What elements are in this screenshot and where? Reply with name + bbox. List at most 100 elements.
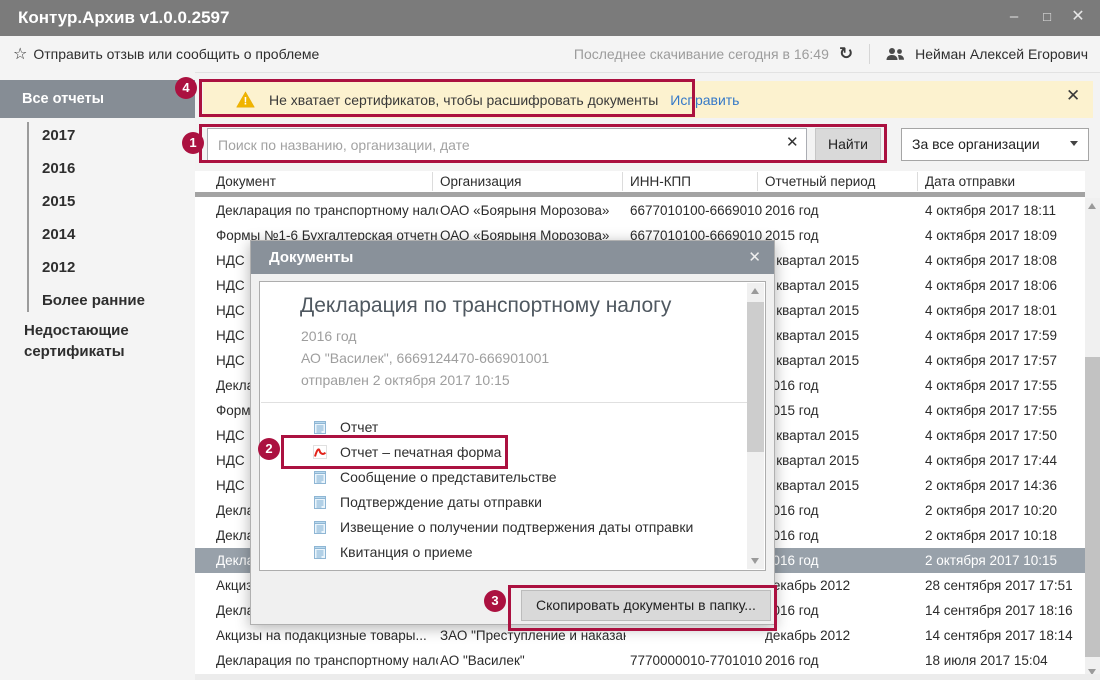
sidebar-item-year[interactable]: 2012	[42, 251, 192, 284]
annotation-step-3: 3	[484, 590, 506, 612]
sidebar: Все отчеты 2017 2016 201520142012Более ран…	[0, 72, 195, 680]
cell-document: Декларация по транспортному налогу	[216, 198, 438, 223]
notepad-icon	[312, 419, 328, 435]
cell-organization: АО "Василек"	[440, 648, 626, 673]
notepad-icon	[312, 544, 328, 560]
year-label: 2016	[42, 160, 75, 177]
table-header: Документ Организация ИНН-КПП Отчетный пе…	[195, 171, 1085, 192]
cell-sent-date: 4 октября 2017 18:01	[925, 298, 1083, 323]
column-separator	[757, 172, 758, 191]
file-list-item[interactable]: Извещение о получении	[260, 564, 747, 571]
file-label: Подтверждение даты отправки	[340, 494, 542, 510]
sidebar-item-year[interactable]: 2014	[42, 218, 192, 251]
column-header-period[interactable]: Отчетный период	[765, 171, 875, 192]
annotation-step-1: 1	[182, 132, 204, 154]
column-header-inn-kpp[interactable]: ИНН-КПП	[630, 171, 691, 192]
dialog-close-icon[interactable]: ✕	[748, 241, 761, 274]
app-window: Контур.Архив v1.0.0.2597 – □ ✕ ☆Отправит…	[0, 0, 1100, 680]
cell-sent-date: 2 октября 2017 10:15	[925, 548, 1083, 573]
file-list-item[interactable]: Отчет – печатная форма	[260, 439, 747, 464]
fix-link[interactable]: Исправить	[670, 92, 739, 108]
user-name[interactable]: Нейман Алексей Егорович	[915, 46, 1088, 62]
cell-period: 2015 год	[765, 398, 917, 423]
cell-sent-date: 18 июля 2017 15:04	[925, 648, 1083, 673]
table-row[interactable]: Декларация по транспортному налогу ОАО «…	[195, 198, 1085, 223]
sidebar-item-year[interactable]: Более ранние	[42, 284, 192, 317]
cell-inn-kpp: 7770000010-770101005	[630, 648, 762, 673]
file-list-item[interactable]: Извещение о получении подтвержения даты …	[260, 514, 747, 539]
banner-close-icon[interactable]: ✕	[1066, 86, 1080, 106]
users-icon	[886, 47, 905, 61]
file-label: Отчет – печатная форма	[340, 444, 501, 460]
cell-sent-date: 4 октября 2017 17:57	[925, 348, 1083, 373]
cell-sent-date: 4 октября 2017 17:59	[925, 323, 1083, 348]
table-row[interactable]: Акцизы на подакцизные товары... ЗАО "Пре…	[195, 623, 1085, 648]
table-scrollbar[interactable]	[1085, 198, 1100, 680]
cell-period: 2016 год	[765, 598, 917, 623]
cell-period: 2016 год	[765, 548, 917, 573]
star-icon: ☆	[13, 46, 27, 63]
file-label: Извещение о получении	[340, 569, 498, 572]
cell-document: Декларация по транспортному налогу	[216, 648, 438, 673]
cell-sent-date: 2 октября 2017 14:36	[925, 473, 1083, 498]
sidebar-item-year[interactable]: 2017	[42, 119, 192, 152]
cell-document: Акцизы на подакцизные товары...	[216, 623, 438, 648]
cell-period: 2016 год	[765, 648, 917, 673]
cell-period: 1 квартал 2015	[765, 473, 917, 498]
years-indent-line	[27, 122, 29, 312]
sidebar-item-missing-certificates[interactable]: Недостающие сертификаты	[24, 320, 184, 362]
cell-sent-date: 14 сентября 2017 18:14	[925, 623, 1083, 648]
app-title: Контур.Архив v1.0.0.2597	[18, 0, 229, 36]
documents-dialog: Документы ✕ Декларация по транспортному …	[250, 240, 775, 625]
dialog-title-bar[interactable]: Документы ✕	[251, 241, 774, 274]
cell-period: 1 квартал 2015	[765, 423, 917, 448]
sidebar-item-all-reports[interactable]: Все отчеты	[0, 80, 195, 118]
scrollbar-thumb[interactable]	[1085, 357, 1100, 657]
cell-sent-date: 4 октября 2017 17:55	[925, 373, 1083, 398]
notepad-icon	[312, 519, 328, 535]
refresh-icon[interactable]: ↻	[839, 44, 853, 64]
scroll-up-icon[interactable]	[1088, 203, 1096, 209]
column-header-sent-date[interactable]: Дата отправки	[925, 171, 1015, 192]
copy-documents-button[interactable]: Скопировать документы в папку...	[521, 590, 771, 621]
scrollbar-thumb[interactable]	[747, 302, 764, 452]
dialog-scrollbar[interactable]	[747, 283, 764, 569]
file-list-item[interactable]: Сообщение о представительстве	[260, 464, 747, 489]
close-button[interactable]: ✕	[1062, 0, 1094, 36]
search-input[interactable]	[207, 128, 807, 161]
file-list-item[interactable]: Отчет	[260, 414, 747, 439]
column-header-organization[interactable]: Организация	[440, 171, 521, 192]
cell-period: 1 квартал 2015	[765, 298, 917, 323]
file-label: Извещение о получении подтвержения даты …	[340, 519, 693, 535]
maximize-button[interactable]: □	[1031, 0, 1063, 36]
warning-banner: ! Не хватает сертификатов, чтобы расшифр…	[203, 81, 1093, 118]
annotation-step-2: 2	[258, 438, 280, 460]
toolbar-divider	[869, 44, 870, 64]
file-list-item[interactable]: Квитанция о приеме	[260, 539, 747, 564]
table-row[interactable]: Декларация по транспортному налогу АО "В…	[195, 648, 1085, 673]
document-sent-date: отправлен 2 октября 2017 10:15	[301, 372, 725, 388]
sidebar-years: 2017 2016 201520142012Более ранние	[42, 119, 192, 317]
org-filter-dropdown[interactable]: За все организации	[901, 128, 1089, 161]
cell-sent-date: 4 октября 2017 18:11	[925, 198, 1083, 223]
cell-organization: ЗАО "Преступление и наказание"	[440, 623, 626, 648]
search-clear-icon[interactable]: ✕	[786, 133, 799, 151]
bottom-strip	[195, 674, 1100, 680]
feedback-link[interactable]: ☆Отправить отзыв или сообщить о проблеме	[13, 36, 319, 73]
cell-period: 2015 год	[765, 223, 917, 248]
cell-sent-date: 2 октября 2017 10:18	[925, 523, 1083, 548]
minimize-button[interactable]: –	[998, 0, 1030, 36]
cell-period: 1 квартал 2015	[765, 323, 917, 348]
scroll-down-icon[interactable]	[751, 558, 759, 564]
pdf-icon	[312, 444, 328, 460]
column-header-document[interactable]: Документ	[216, 171, 276, 192]
sidebar-item-year[interactable]: 2015	[42, 185, 192, 218]
sidebar-item-year[interactable]: 2016	[42, 152, 192, 185]
dialog-title: Документы	[269, 241, 353, 274]
scroll-up-icon[interactable]	[751, 288, 759, 294]
svg-text:!: !	[244, 96, 248, 108]
document-title: Декларация по транспортному налогу	[300, 294, 725, 318]
cell-inn-kpp: 6677010100-666901001	[630, 198, 762, 223]
find-button[interactable]: Найти	[815, 128, 881, 161]
file-list-item[interactable]: Подтверждение даты отправки	[260, 489, 747, 514]
